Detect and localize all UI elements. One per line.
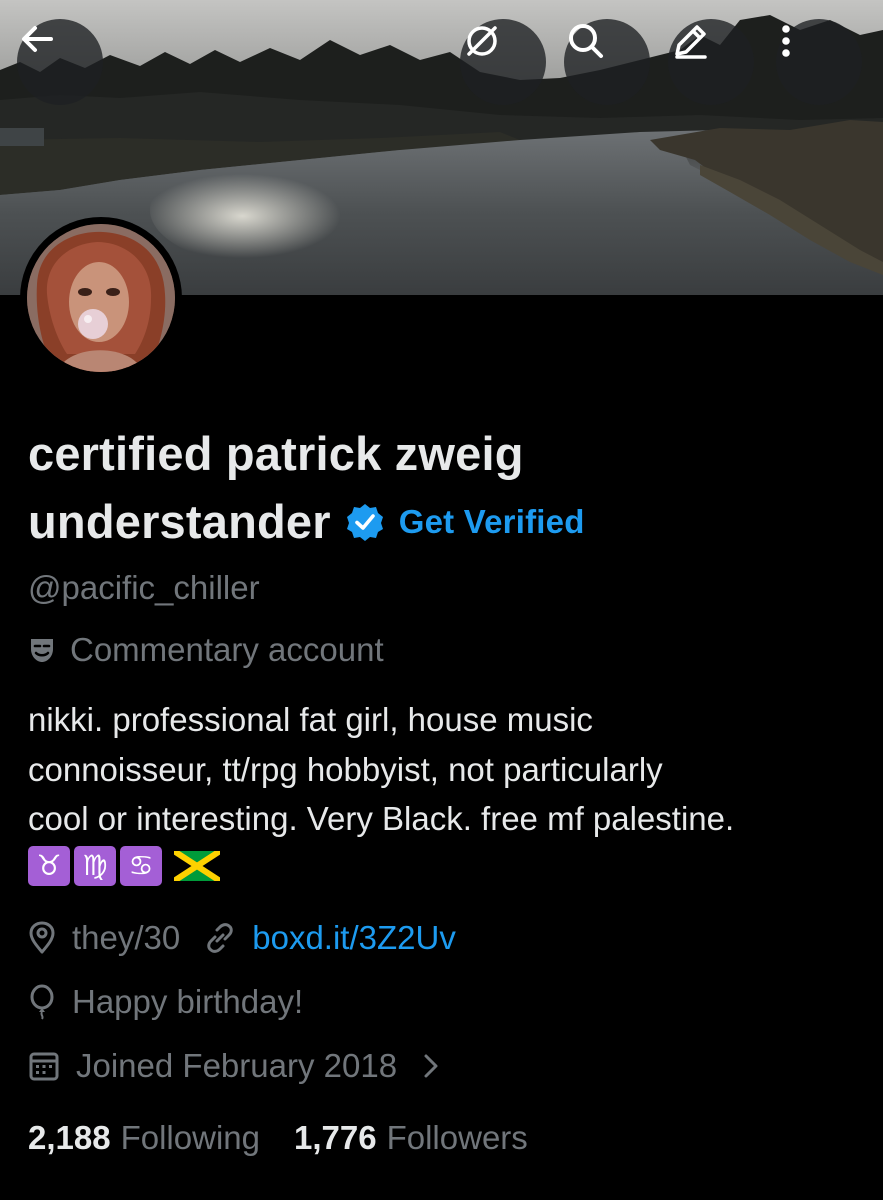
followers-count: 1,776 <box>294 1119 377 1156</box>
display-name: certified patrick zweig understander Get… <box>28 420 848 556</box>
follow-stats: 2,188 Following 1,776 Followers <box>28 1119 528 1157</box>
bio-line: nikki. professional fat girl, house musi… <box>28 701 593 738</box>
following-count: 2,188 <box>28 1119 111 1156</box>
more-button[interactable] <box>776 19 862 105</box>
search-button[interactable] <box>564 19 650 105</box>
followers-label: Followers <box>386 1119 528 1156</box>
slashed-circle-icon <box>467 26 497 56</box>
cancer-emoji: ♋ <box>120 845 162 886</box>
bio-line: connoisseur, tt/rpg hobbyist, not partic… <box>28 750 663 788</box>
category-label: Commentary account <box>28 631 384 669</box>
followers-stat[interactable]: 1,776 Followers <box>294 1119 528 1157</box>
bio: nikki. professional fat girl, house musi… <box>28 695 868 886</box>
meta-joined-row[interactable]: Joined February 2018 <box>28 1047 439 1085</box>
handle: @pacific_chiller <box>28 569 260 606</box>
category-text: Commentary account <box>70 631 384 668</box>
balloon-icon <box>28 984 56 1020</box>
following-stat[interactable]: 2,188 Following <box>28 1119 260 1157</box>
edit-button[interactable] <box>668 19 754 105</box>
bio-line: cool or interesting. Very Black. free mf… <box>28 800 735 837</box>
verified-badge-icon <box>346 504 383 541</box>
joined-text: Joined February 2018 <box>76 1047 398 1084</box>
profile-page: certified patrick zweig understander Get… <box>0 0 883 1200</box>
display-name-line2: understander <box>28 495 331 548</box>
location-text: they/30 <box>72 919 181 956</box>
pencil-icon <box>675 25 707 59</box>
chevron-right-icon[interactable] <box>423 1052 439 1080</box>
following-label: Following <box>120 1119 260 1156</box>
birthday-text: Happy birthday! <box>72 983 304 1020</box>
virgo-emoji: ♍ <box>74 845 116 886</box>
meta-location-row: they/30 boxd.it/3Z2Uv <box>28 919 456 957</box>
meta-birthday-row: Happy birthday! <box>28 983 303 1021</box>
calendar-icon <box>28 1050 60 1082</box>
search-icon <box>569 24 603 58</box>
get-verified-link[interactable]: Get Verified <box>399 502 585 542</box>
display-name-line1: certified patrick zweig <box>28 427 524 480</box>
bio-emoji-row: ♉ ♍ ♋ <box>28 845 868 886</box>
link-icon <box>204 922 236 954</box>
arrow-left-icon <box>22 26 53 52</box>
taurus-emoji: ♉ <box>28 845 70 886</box>
location-pin-icon <box>28 921 56 955</box>
jamaica-flag-icon <box>174 850 220 881</box>
grok-button[interactable] <box>460 19 546 105</box>
back-button[interactable] <box>17 19 103 105</box>
more-vertical-icon <box>782 25 790 57</box>
avatar-image <box>27 224 175 372</box>
avatar[interactable] <box>20 217 182 379</box>
website-link[interactable]: boxd.it/3Z2Uv <box>252 919 456 957</box>
theater-masks-icon <box>31 639 53 662</box>
